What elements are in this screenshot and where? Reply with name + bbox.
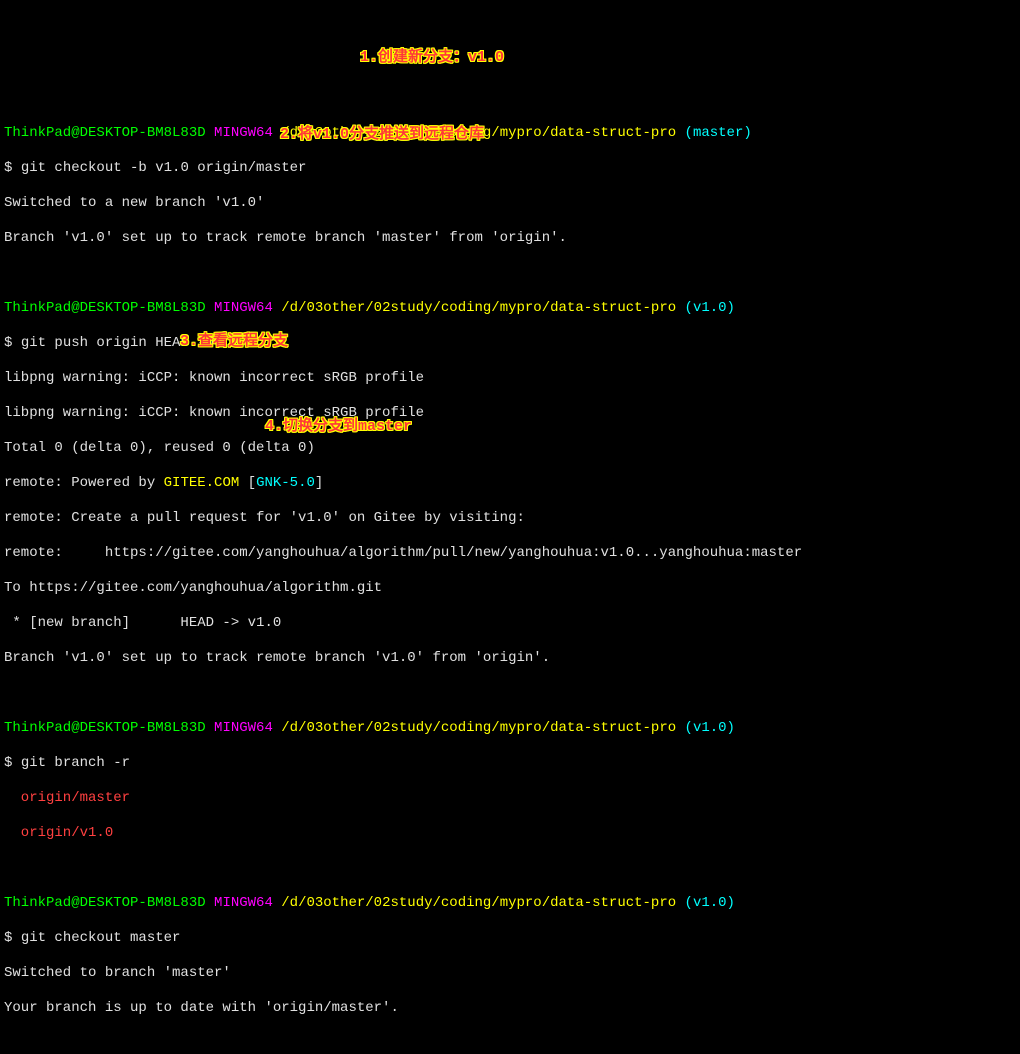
user-host: ThinkPad@DESKTOP-BM8L83D [4, 895, 206, 911]
cwd: /d/03other/02study/coding/mypro/data-str… [281, 125, 676, 141]
output-line: * [new branch] HEAD -> v1.0 [4, 615, 1016, 633]
output-line: remote: Create a pull request for 'v1.0'… [4, 510, 1016, 528]
output-line: Your branch is up to date with 'origin/m… [4, 1000, 1016, 1018]
blank-line [4, 90, 1016, 108]
blank-line [4, 1035, 1016, 1053]
command-line[interactable]: $ git checkout -b v1.0 origin/master [4, 160, 1016, 178]
blank-line [4, 860, 1016, 878]
command: git branch -r [21, 755, 130, 771]
prompt-symbol: $ [4, 930, 21, 946]
output-line: Total 0 (delta 0), reused 0 (delta 0) [4, 440, 1016, 458]
shell-name: MINGW64 [214, 125, 273, 141]
output-line: origin/v1.0 [4, 825, 1016, 843]
output-line: libpng warning: iCCP: known incorrect sR… [4, 405, 1016, 423]
output-line: To https://gitee.com/yanghouhua/algorith… [4, 580, 1016, 598]
prompt-symbol: $ [4, 335, 21, 351]
output-line: remote: Powered by GITEE.COM [GNK-5.0] [4, 475, 1016, 493]
output-line: origin/master [4, 790, 1016, 808]
command: git push origin HEAD -u [21, 335, 214, 351]
branch: (master) [685, 125, 752, 141]
command: git checkout -b v1.0 origin/master [21, 160, 307, 176]
prompt-line: ThinkPad@DESKTOP-BM8L83D MINGW64 /d/03ot… [4, 300, 1016, 318]
output-line: libpng warning: iCCP: known incorrect sR… [4, 370, 1016, 388]
branch: (v1.0) [685, 720, 735, 736]
shell-name: MINGW64 [214, 720, 273, 736]
command-line[interactable]: $ git branch -r [4, 755, 1016, 773]
blank-line [4, 685, 1016, 703]
output-line: remote: https://gitee.com/yanghouhua/alg… [4, 545, 1016, 563]
branch: (v1.0) [685, 895, 735, 911]
prompt-line: ThinkPad@DESKTOP-BM8L83D MINGW64 /d/03ot… [4, 720, 1016, 738]
command-line[interactable]: $ git push origin HEAD -u [4, 335, 1016, 353]
output-line: Branch 'v1.0' set up to track remote bra… [4, 230, 1016, 248]
prompt-line: ThinkPad@DESKTOP-BM8L83D MINGW64 /d/03ot… [4, 895, 1016, 913]
shell-name: MINGW64 [214, 895, 273, 911]
annotation-1: 1.创建新分支：v1.0 [360, 49, 504, 68]
output-line: Switched to a new branch 'v1.0' [4, 195, 1016, 213]
blank-line [4, 265, 1016, 283]
command-line[interactable]: $ git checkout master [4, 930, 1016, 948]
output-line: Branch 'v1.0' set up to track remote bra… [4, 650, 1016, 668]
user-host: ThinkPad@DESKTOP-BM8L83D [4, 300, 206, 316]
cwd: /d/03other/02study/coding/mypro/data-str… [281, 720, 676, 736]
prompt-symbol: $ [4, 755, 21, 771]
cwd: /d/03other/02study/coding/mypro/data-str… [281, 300, 676, 316]
user-host: ThinkPad@DESKTOP-BM8L83D [4, 125, 206, 141]
shell-name: MINGW64 [214, 300, 273, 316]
output-line: Switched to branch 'master' [4, 965, 1016, 983]
user-host: ThinkPad@DESKTOP-BM8L83D [4, 720, 206, 736]
prompt-symbol: $ [4, 160, 21, 176]
cwd: /d/03other/02study/coding/mypro/data-str… [281, 895, 676, 911]
prompt-line: ThinkPad@DESKTOP-BM8L83D MINGW64 /d/03ot… [4, 125, 1016, 143]
branch: (v1.0) [685, 300, 735, 316]
terminal-output: ThinkPad@DESKTOP-BM8L83D MINGW64 /d/03ot… [4, 72, 1016, 1054]
command: git checkout master [21, 930, 181, 946]
